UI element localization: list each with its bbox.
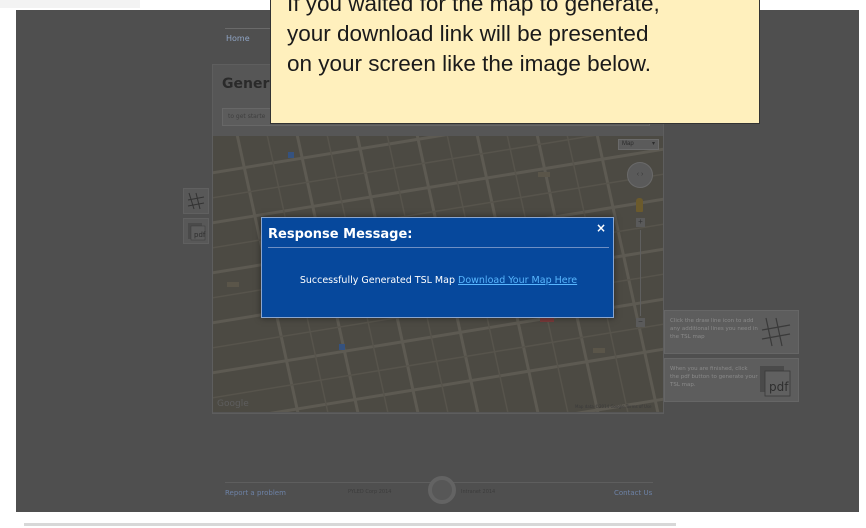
pdf-icon-label: pdf: [194, 231, 206, 239]
footer-copyright-secondary: Intranet 2014: [461, 489, 496, 495]
footer-copyright: PYLED Corp 2014: [348, 489, 392, 495]
response-message-dialog: Response Message: × Successfully Generat…: [261, 217, 614, 318]
pdf-icon-label: pdf: [769, 380, 789, 394]
draw-line-icon: [187, 192, 205, 210]
draw-line-icon: [761, 317, 791, 347]
callout-line: your download link will be presented: [287, 21, 649, 46]
zoom-out-button[interactable]: −: [636, 318, 645, 327]
nav-home-link[interactable]: Home: [226, 34, 250, 43]
chevron-down-icon: ▾: [651, 141, 655, 147]
callout-line: on your screen like the image below.: [287, 51, 651, 76]
map-type-label: Map: [622, 141, 634, 147]
pdf-tool-button[interactable]: pdf: [183, 218, 209, 244]
callout-text: If you waited for the map to generate, y…: [287, 0, 757, 79]
contact-us-link[interactable]: Contact Us: [614, 489, 652, 497]
zoom-slider[interactable]: [640, 230, 641, 316]
draw-line-tool-button[interactable]: [183, 188, 209, 214]
callout-line: If you waited for the map to generate,: [287, 0, 660, 16]
address-input-placeholder: to get starte: [228, 113, 266, 120]
footer-logo: [428, 476, 456, 504]
google-logo: Google: [217, 399, 249, 409]
pdf-icon: pdf: [188, 223, 206, 241]
dialog-message-text: Successfully Generated TSL Map: [299, 275, 459, 286]
hint-draw-line-text: Click the draw line icon to add any addi…: [670, 318, 758, 340]
dialog-message: Successfully Generated TSL Map Download …: [262, 275, 615, 286]
dialog-title: Response Message:: [268, 227, 413, 242]
tutorial-callout: If you waited for the map to generate, y…: [270, 0, 760, 124]
hint-pdf-text: When you are finished, click the pdf but…: [670, 366, 758, 388]
dialog-divider: [268, 247, 609, 248]
download-map-link[interactable]: Download Your Map Here: [458, 275, 577, 286]
map-attribution[interactable]: Map data ©2014 Google Terms of Use: [575, 404, 651, 409]
hint-draw-line: Click the draw line icon to add any addi…: [664, 310, 799, 354]
zoom-in-button[interactable]: +: [636, 218, 645, 227]
close-icon[interactable]: ×: [596, 221, 606, 235]
pdf-icon: pdf: [760, 366, 791, 397]
bottom-scrollbar[interactable]: [24, 523, 676, 526]
map-type-select[interactable]: Map ▾: [618, 139, 659, 150]
report-problem-link[interactable]: Report a problem: [225, 489, 286, 497]
browser-corner: [0, 0, 140, 8]
street-view-pegman-icon[interactable]: [636, 198, 643, 212]
pan-control-icon[interactable]: ‹ ›: [627, 162, 653, 188]
hint-pdf: When you are finished, click the pdf but…: [664, 358, 799, 402]
